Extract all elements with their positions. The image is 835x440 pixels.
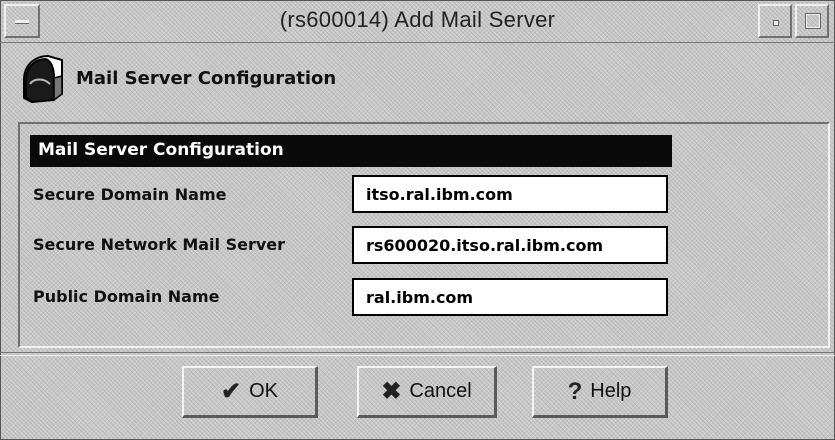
secure-mail-server-label: Secure Network Mail Server — [33, 235, 286, 254]
ok-button-label: OK — [249, 380, 278, 402]
secure-domain-label: Secure Domain Name — [33, 185, 227, 204]
secure-domain-field[interactable] — [352, 175, 668, 213]
maximize-icon — [805, 13, 821, 29]
secure-mail-server-input[interactable] — [354, 228, 666, 262]
x-icon: ✖ — [381, 378, 402, 405]
secure-mail-server-field[interactable] — [352, 226, 668, 264]
ok-button[interactable]: ✔ OK — [182, 366, 318, 418]
help-button-label: Help — [590, 380, 632, 402]
checkmark-icon: ✔ — [220, 378, 242, 405]
help-button[interactable]: ? Help — [532, 366, 668, 418]
minimize-button[interactable] — [758, 4, 792, 38]
window-title: (rs600014) Add Mail Server — [279, 7, 556, 32]
public-domain-field[interactable] — [352, 278, 668, 316]
section-header: Mail Server Configuration — [30, 135, 672, 167]
mailbox-icon — [23, 54, 63, 104]
maximize-button[interactable] — [795, 4, 829, 38]
cancel-button[interactable]: ✖ Cancel — [357, 366, 497, 418]
public-domain-label: Public Domain Name — [33, 287, 220, 306]
title-bar[interactable]: (rs600014) Add Mail Server — [0, 0, 835, 43]
question-icon: ? — [567, 377, 583, 405]
minimize-icon — [773, 20, 779, 26]
secure-domain-input[interactable] — [354, 177, 666, 211]
public-domain-input[interactable] — [354, 280, 666, 314]
header-label: Mail Server Configuration — [76, 68, 337, 89]
cancel-button-label: Cancel — [409, 380, 472, 402]
divider — [0, 352, 835, 356]
section-title: Mail Server Configuration — [38, 140, 284, 160]
